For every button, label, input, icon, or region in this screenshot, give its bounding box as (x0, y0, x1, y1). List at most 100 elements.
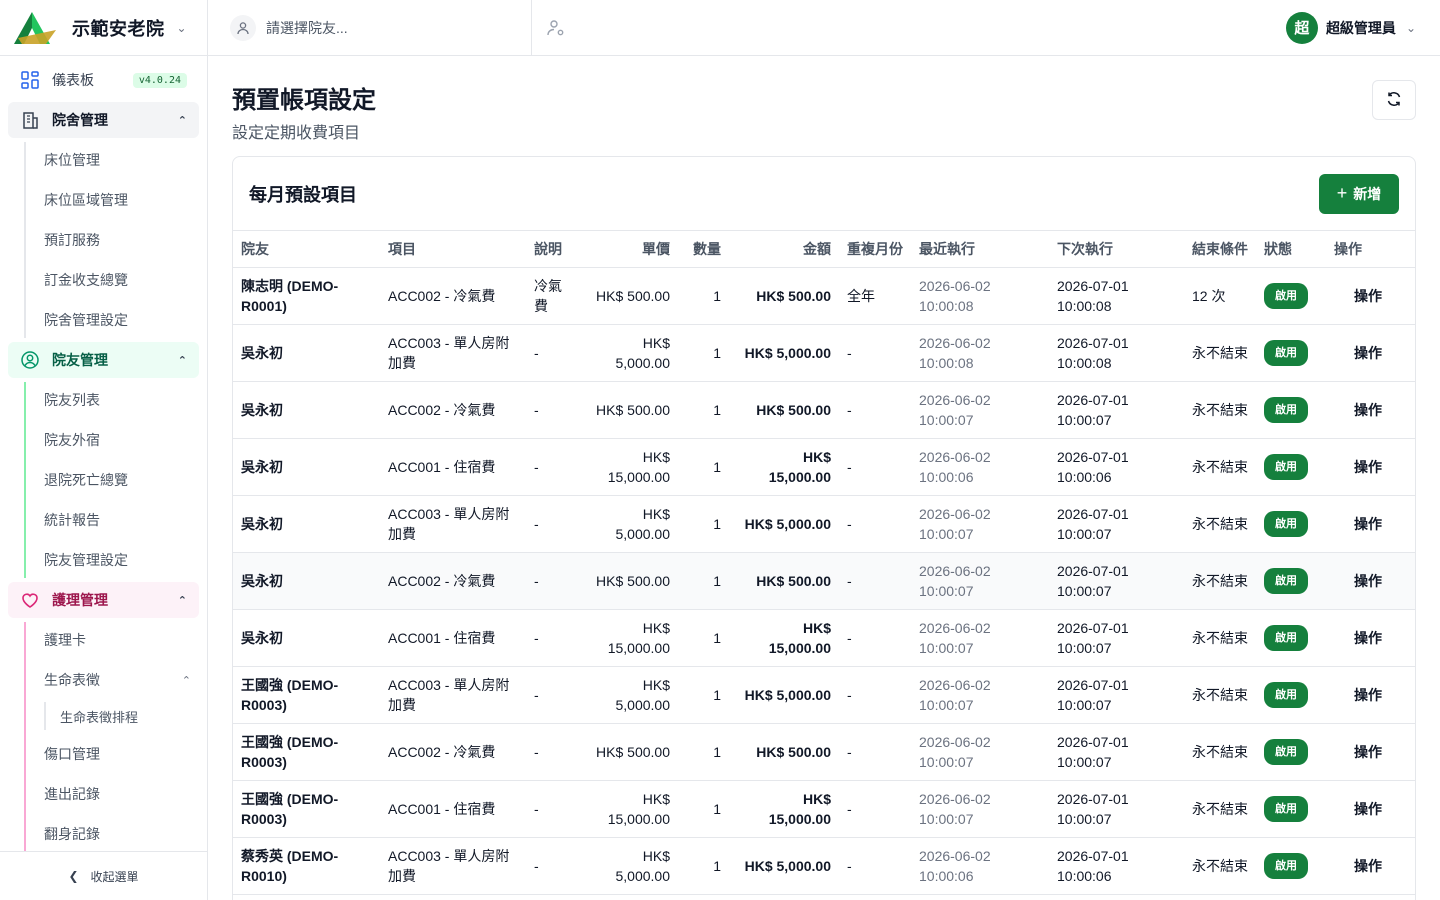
cell-next-run: 2026-07-01 10:00:06 (1057, 847, 1129, 884)
facility-switcher[interactable]: 示範安老院 ⌄ (0, 0, 208, 56)
table-row[interactable]: 吳永初 ACC002 - 冷氣費 - HK$ 500.00 1 HK$ 500.00-20… (233, 552, 1415, 609)
cell-end-condition: 永不結束 (1192, 800, 1248, 817)
sidebar-item-vital-signs[interactable]: 生命表徵 ⌃ (44, 662, 199, 698)
table-row[interactable]: 陳志明 (DEMO-R0001) ACC002 - 冷氣費 冷氣費 HK$ 500.0… (233, 267, 1415, 324)
collapse-menu-button[interactable]: ❮ 收起選單 (0, 851, 207, 900)
row-actions-button[interactable]: 操作 (1334, 744, 1382, 760)
column-header[interactable]: 最近執行 (911, 231, 1049, 267)
cell-unit-price: HK$ 500.00 (596, 572, 670, 589)
cell-amount: HK$ 5,000.00 (744, 686, 831, 703)
table-row[interactable]: 吳永初 ACC001 - 住宿費 - HK$ 15,000.00 1 HK$ 15,000… (233, 438, 1415, 495)
column-header[interactable]: 重複月份 (839, 231, 911, 267)
cell-actions: 操作 (1326, 324, 1415, 381)
sidebar-item-facility-settings[interactable]: 院舍管理設定 (44, 302, 199, 338)
page-subtitle: 設定定期收費項目 (232, 125, 361, 142)
table-row[interactable]: 吳永初 ACC003 - 單人房附加費 - HK$ 5,000.00 1 HK$ 5,00… (233, 324, 1415, 381)
cell-resident: 吳永初 (241, 458, 283, 475)
cell-actions: 操作 (1326, 666, 1415, 723)
row-actions-button[interactable]: 操作 (1334, 573, 1382, 589)
brand-logo (12, 10, 56, 46)
status-badge: 啟用 (1264, 510, 1308, 537)
facility-name: 示範安老院 (72, 18, 165, 39)
cell-status: 啟用 (1256, 837, 1326, 894)
sidebar-item-bed-zones[interactable]: 床位區域管理 (44, 182, 199, 218)
sidebar-item-discharge-overview[interactable]: 退院死亡總覽 (44, 462, 199, 498)
table-row[interactable]: 王國強 (DEMO-R0003) ACC001 - 住宿費 - HK$ 15,000.… (233, 780, 1415, 837)
sidebar-item-deposits[interactable]: 訂金收支總覽 (44, 262, 199, 298)
cell-item: ACC002 - 冷氣費 (388, 743, 496, 760)
table-row[interactable]: 蔡秀英 (DEMO-R0010) ACC003 - 單人房附加費 - HK$ 5,00… (233, 837, 1415, 894)
table-row[interactable]: 王國強 (DEMO-R0003) ACC003 - 單人房附加費 - HK$ 5,00… (233, 666, 1415, 723)
sidebar-item-turning-records[interactable]: 翻身記錄 (44, 816, 199, 851)
row-actions-button[interactable]: 操作 (1334, 288, 1382, 304)
cell-status: 啟用 (1256, 495, 1326, 552)
sidebar-group-nursing[interactable]: 護理管理 ⌃ (8, 582, 199, 618)
sidebar-item-dashboard[interactable]: 儀表板 v4.0.24 (8, 62, 199, 98)
row-actions-button[interactable]: 操作 (1334, 801, 1382, 817)
sidebar-item-vital-schedule[interactable]: 生命表徵排程 (44, 702, 199, 730)
sidebar-group-facility[interactable]: 院舍管理 ⌃ (8, 102, 199, 138)
cell-repeat-months: 全年 (847, 287, 875, 304)
sidebar-item-beds[interactable]: 床位管理 (44, 142, 199, 178)
cell-unit-price: HK$ 500.00 (596, 743, 670, 760)
cell-status: 啟用 (1256, 381, 1326, 438)
column-header[interactable]: 金額 (729, 231, 839, 267)
sidebar-item-wounds[interactable]: 傷口管理 (44, 736, 199, 772)
column-header[interactable]: 數量 (678, 231, 729, 267)
table-row[interactable]: 吳永初 ACC002 - 冷氣費 - HK$ 500.00 1 HK$ 500.00-20… (233, 381, 1415, 438)
cell-description: - (534, 629, 539, 646)
sidebar-item-care-card[interactable]: 護理卡 (44, 622, 199, 658)
sidebar-item-statistics[interactable]: 統計報告 (44, 502, 199, 538)
cell-item: ACC003 - 單人房附加費 (388, 676, 510, 713)
sidebar-item-reservations[interactable]: 預訂服務 (44, 222, 199, 258)
cell-repeat-months: - (847, 686, 852, 703)
cell-last-run: 2026-06-02 10:00:08 (919, 277, 991, 314)
cell-item: ACC002 - 冷氣費 (388, 401, 496, 418)
chevron-up-icon: ⌃ (181, 674, 191, 687)
status-badge: 啟用 (1264, 795, 1308, 822)
column-header[interactable]: 單價 (581, 231, 678, 267)
sidebar-group-residents[interactable]: 院友管理 ⌃ (8, 342, 199, 378)
cell-amount: HK$ 500.00 (756, 743, 831, 760)
user-settings-icon[interactable] (544, 16, 568, 40)
sidebar-item-resident-leave[interactable]: 院友外宿 (44, 422, 199, 458)
resident-selector[interactable]: 請選擇院友... (230, 0, 532, 56)
row-actions-button[interactable]: 操作 (1334, 345, 1382, 361)
refresh-button[interactable] (1372, 80, 1416, 120)
row-actions-button[interactable]: 操作 (1334, 858, 1382, 874)
sidebar-item-resident-settings[interactable]: 院友管理設定 (44, 542, 199, 578)
building-icon (20, 110, 40, 130)
table-row[interactable]: 吳永初 ACC003 - 單人房附加費 - HK$ 5,000.00 1 HK$ 5,00… (233, 495, 1415, 552)
row-actions-button[interactable]: 操作 (1334, 687, 1382, 703)
column-header[interactable]: 結束條件 (1184, 231, 1256, 267)
cell-quantity: 1 (713, 686, 721, 703)
cell-item: ACC001 - 住宿費 (388, 629, 496, 646)
column-header[interactable]: 下次執行 (1049, 231, 1184, 267)
user-menu[interactable]: 超 超級管理員 ⌄ (1285, 11, 1416, 44)
table-row[interactable]: 王國強 (DEMO-R0003) ACC002 - 冷氣費 - HK$ 500.00 1… (233, 723, 1415, 780)
row-actions-button[interactable]: 操作 (1334, 630, 1382, 646)
cell-description: - (534, 401, 539, 418)
cell-resident: 王國強 (DEMO-R0003) (241, 733, 339, 770)
row-actions-button[interactable]: 操作 (1334, 459, 1382, 475)
main-content: 預置帳項設定 設定定期收費項目 每月預設項目 + 新增 院友 項目 說明 單價 … (208, 56, 1440, 900)
column-header[interactable]: 狀態 (1256, 231, 1326, 267)
sidebar-item-label: 儀表板 (52, 72, 94, 88)
sidebar-item-resident-list[interactable]: 院友列表 (44, 382, 199, 418)
column-header[interactable]: 院友 (233, 231, 380, 267)
cell-unit-price: HK$ 15,000.00 (607, 619, 670, 656)
cell-quantity: 1 (713, 458, 721, 475)
sidebar-item-in-out-records[interactable]: 進出記錄 (44, 776, 199, 812)
cell-resident: 吳永初 (241, 515, 283, 532)
add-button[interactable]: + 新增 (1319, 173, 1399, 214)
table-row[interactable]: 吳永初 ACC001 - 住宿費 - HK$ 15,000.00 1 HK$ 15,000… (233, 609, 1415, 666)
cell-quantity: 1 (713, 629, 721, 646)
cell-item: ACC002 - 冷氣費 (388, 572, 496, 589)
row-actions-button[interactable]: 操作 (1334, 516, 1382, 532)
status-badge: 啟用 (1264, 681, 1308, 708)
row-actions-button[interactable]: 操作 (1334, 402, 1382, 418)
cell-item: ACC001 - 住宿費 (388, 800, 496, 817)
column-header[interactable]: 說明 (526, 231, 581, 267)
cell-next-run: 2026-07-01 10:00:07 (1057, 505, 1129, 542)
column-header[interactable]: 項目 (380, 231, 526, 267)
